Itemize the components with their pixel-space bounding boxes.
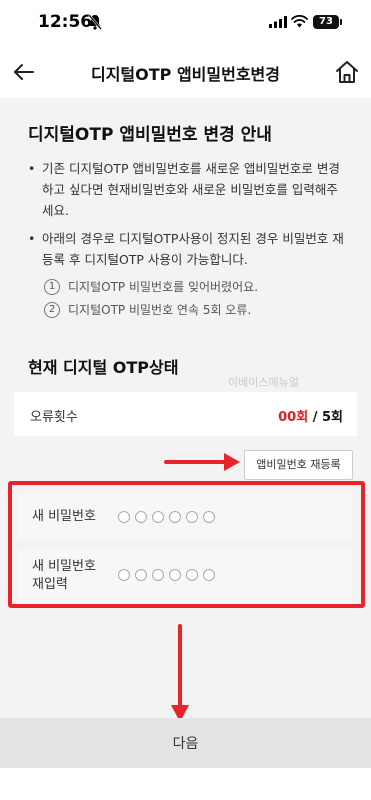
battery-icon: 73 bbox=[313, 15, 339, 29]
page-title: 디지털OTP 앱비밀번호변경 bbox=[90, 65, 280, 84]
guide-bullet: 아래의 경우로 디지털OTP사용이 정지된 경우 비밀번호 재등록 후 디지털O… bbox=[28, 228, 348, 270]
annotation-highlight-box bbox=[8, 481, 365, 608]
arrow-down-icon bbox=[171, 624, 189, 722]
case-text: 디지털OTP 비밀번호 연속 5회 오류. bbox=[68, 303, 252, 317]
home-icon[interactable] bbox=[334, 59, 360, 85]
circled-number: 1 bbox=[44, 278, 60, 295]
next-bar: 다음 bbox=[0, 718, 371, 768]
error-count-row: 오류횟수 00회 / 5회 bbox=[14, 392, 357, 436]
error-separator: / bbox=[308, 410, 322, 425]
battery-tip bbox=[340, 19, 342, 25]
error-max: 5회 bbox=[321, 410, 343, 425]
guide-section: 디지털OTP 앱비밀번호 변경 안내 기존 디지털OTP 앱비밀번호를 새로운 … bbox=[0, 98, 371, 332]
guide-bullet: 기존 디지털OTP 앱비밀번호를 새로운 앱비밀번호로 변경하고 싶다면 현재비… bbox=[28, 158, 348, 221]
error-count-label: 오류횟수 bbox=[30, 410, 78, 425]
case-text: 디지털OTP 비밀번호를 잊어버렸어요. bbox=[68, 280, 259, 294]
error-count: 00회 bbox=[278, 410, 309, 425]
wifi-icon bbox=[291, 15, 308, 28]
signal-icon bbox=[269, 16, 287, 28]
app-header: 디지털OTP 앱비밀번호변경 bbox=[0, 46, 371, 98]
watermark: 이베이스매뉴얼 bbox=[228, 376, 299, 389]
bell-off-icon bbox=[88, 14, 102, 30]
circled-number: 2 bbox=[44, 301, 60, 318]
reregister-password-button[interactable]: 앱비밀번호 재등록 bbox=[244, 450, 353, 480]
guide-title: 디지털OTP 앱비밀번호 변경 안내 bbox=[28, 125, 272, 145]
next-button[interactable]: 다음 bbox=[0, 718, 371, 768]
status-time: 12:56 bbox=[38, 12, 93, 32]
arrow-right-icon bbox=[164, 453, 240, 471]
error-count-value: 00회 / 5회 bbox=[278, 406, 343, 425]
home-indicator-area bbox=[0, 768, 371, 800]
status-bar: 12:56 73 bbox=[0, 0, 371, 46]
case-item: 1 디지털OTP 비밀번호를 잊어버렸어요. bbox=[44, 278, 258, 295]
case-item: 2 디지털OTP 비밀번호 연속 5회 오류. bbox=[44, 301, 251, 318]
otp-status-title: 현재 디지털 OTP상태 bbox=[28, 358, 179, 377]
